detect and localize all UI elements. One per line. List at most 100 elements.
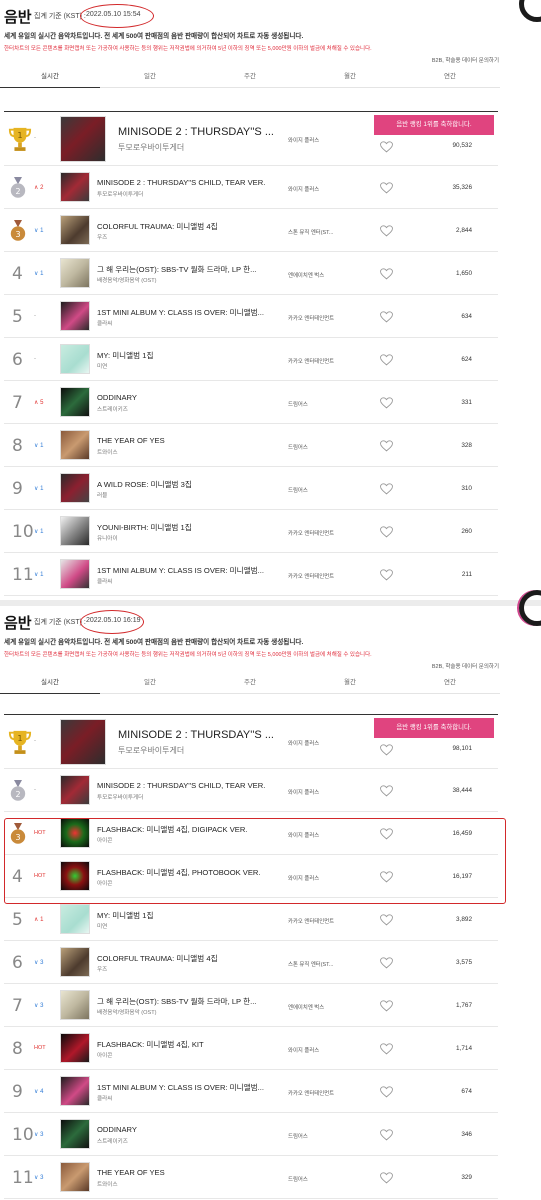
- artist-name[interactable]: 배경음악/영화음악 (OST): [97, 1008, 157, 1016]
- album-title[interactable]: 1ST MINI ALBUM Y: CLASS IS OVER: 미니앨범...: [97, 1082, 264, 1093]
- artist-name[interactable]: 투모로우바이투게더: [97, 793, 143, 801]
- album-title[interactable]: THE YEAR OF YES: [97, 1168, 165, 1177]
- heart-icon[interactable]: [380, 482, 393, 495]
- tab-realtime[interactable]: 실시간: [0, 66, 100, 88]
- heart-icon[interactable]: [380, 267, 393, 280]
- heart-icon[interactable]: [380, 396, 393, 409]
- album-cover[interactable]: [60, 1119, 90, 1149]
- album-title[interactable]: MY: 미니앨범 1집: [97, 910, 153, 921]
- heart-icon[interactable]: [380, 568, 393, 581]
- table-row[interactable]: 2 - MINISODE 2 : THURSDAY''S CHILD, TEAR V…: [4, 769, 498, 812]
- artist-name[interactable]: 투모로우바이투게더: [118, 745, 184, 756]
- tab-yearly[interactable]: 연간: [400, 66, 500, 88]
- album-cover[interactable]: [60, 516, 90, 546]
- album-cover[interactable]: [60, 1033, 90, 1063]
- heart-icon[interactable]: [380, 353, 393, 366]
- artist-name[interactable]: 유니아이: [97, 534, 118, 542]
- album-cover[interactable]: [60, 387, 90, 417]
- album-cover[interactable]: [60, 1162, 90, 1192]
- tab-daily[interactable]: 일간: [100, 672, 200, 694]
- album-title[interactable]: FLASHBACK: 미니앨범 4집, KIT: [97, 1039, 204, 1050]
- artist-name[interactable]: 배경음악/영화음악 (OST): [97, 276, 157, 284]
- album-cover[interactable]: [60, 116, 106, 162]
- album-title[interactable]: COLORFUL TRAUMA: 미니앨범 4집: [97, 953, 218, 964]
- tab-monthly[interactable]: 월간: [300, 672, 400, 694]
- b2b-link[interactable]: B2B, 학술용 데이터 문의하기: [432, 56, 499, 64]
- table-row[interactable]: 9 ∨ 4 1ST MINI ALBUM Y: CLASS IS OVER: 미니앨…: [4, 1070, 498, 1113]
- album-cover[interactable]: [60, 719, 106, 765]
- album-cover[interactable]: [60, 1076, 90, 1106]
- artist-name[interactable]: 우즈: [97, 233, 107, 241]
- album-cover[interactable]: [60, 215, 90, 245]
- table-row[interactable]: 11 ∨ 1 1ST MINI ALBUM Y: CLASS IS OVER: 미니…: [4, 553, 498, 596]
- heart-icon[interactable]: [380, 1128, 393, 1141]
- album-title[interactable]: MINISODE 2 : THURSDAY''S ...: [118, 729, 274, 741]
- tab-weekly[interactable]: 주간: [200, 672, 300, 694]
- heart-icon[interactable]: [380, 956, 393, 969]
- album-title[interactable]: 그 해 우리는(OST): SBS-TV 월화 드라마, LP 한...: [97, 996, 256, 1007]
- artist-name[interactable]: 트와이스: [97, 448, 118, 456]
- artist-name[interactable]: 미연: [97, 922, 107, 930]
- album-title[interactable]: MINISODE 2 : THURSDAY''S CHILD, TEAR VER…: [97, 178, 265, 187]
- table-row[interactable]: 1 - MINISODE 2 : THURSDAY''S ... 투모로우바이투게더 와…: [4, 715, 498, 769]
- album-cover[interactable]: [60, 258, 90, 288]
- album-cover[interactable]: [60, 301, 90, 331]
- heart-icon[interactable]: [380, 439, 393, 452]
- table-row[interactable]: 7 ∧ 5 ODDINARY 스트레이키즈 드림어스 331: [4, 381, 498, 424]
- album-cover[interactable]: [60, 559, 90, 589]
- album-title[interactable]: MINISODE 2 : THURSDAY''S ...: [118, 126, 274, 138]
- heart-icon[interactable]: [380, 999, 393, 1012]
- heart-icon[interactable]: [380, 224, 393, 237]
- album-cover[interactable]: [60, 473, 90, 503]
- album-title[interactable]: ODDINARY: [97, 393, 137, 402]
- album-title[interactable]: THE YEAR OF YES: [97, 436, 165, 445]
- tab-monthly[interactable]: 월간: [300, 66, 400, 88]
- heart-icon[interactable]: [380, 1171, 393, 1184]
- artist-name[interactable]: 클라씨: [97, 1094, 112, 1102]
- artist-name[interactable]: 미연: [97, 362, 107, 370]
- artist-name[interactable]: 클라씨: [97, 577, 112, 585]
- heart-icon[interactable]: [380, 1042, 393, 1055]
- album-cover[interactable]: [60, 775, 90, 805]
- artist-name[interactable]: 클라씨: [97, 319, 112, 327]
- album-title[interactable]: YOUNI-BIRTH: 미니앨범 1집: [97, 522, 192, 533]
- table-row[interactable]: 5 ∧ 1 MY: 미니앨범 1집 미연 카카오 엔터테인먼트 3,892: [4, 898, 498, 941]
- album-cover[interactable]: [60, 430, 90, 460]
- table-row[interactable]: 7 ∨ 3 그 해 우리는(OST): SBS-TV 월화 드라마, LP 한...…: [4, 984, 498, 1027]
- table-row[interactable]: 10 ∨ 1 YOUNI-BIRTH: 미니앨범 1집 유니아이 카카오 엔터테인먼트 2…: [4, 510, 498, 553]
- table-row[interactable]: 8 ∨ 1 THE YEAR OF YES 트와이스 드림어스 328: [4, 424, 498, 467]
- album-cover[interactable]: [60, 172, 90, 202]
- artist-name[interactable]: 스트레이키즈: [97, 405, 128, 413]
- album-title[interactable]: COLORFUL TRAUMA: 미니앨범 4집: [97, 221, 218, 232]
- table-row[interactable]: 3 ∨ 1 COLORFUL TRAUMA: 미니앨범 4집 우즈 스톤 뮤직 엔터(S…: [4, 209, 498, 252]
- heart-icon[interactable]: [380, 913, 393, 926]
- artist-name[interactable]: 투모로우바이투게더: [97, 190, 143, 198]
- table-row[interactable]: 11 ∨ 3 THE YEAR OF YES 트와이스 드림어스 329: [4, 1156, 498, 1199]
- album-title[interactable]: ODDINARY: [97, 1125, 137, 1134]
- artist-name[interactable]: 러블: [97, 491, 107, 499]
- table-row[interactable]: 2 ∧ 2 MINISODE 2 : THURSDAY''S CHILD, TEAR…: [4, 166, 498, 209]
- album-cover[interactable]: [60, 344, 90, 374]
- album-cover[interactable]: [60, 947, 90, 977]
- table-row[interactable]: 8 HOT FLASHBACK: 미니앨범 4집, KIT 아이콘 와이지 플러스 1,7…: [4, 1027, 498, 1070]
- album-title[interactable]: 1ST MINI ALBUM Y: CLASS IS OVER: 미니앨범...: [97, 307, 264, 318]
- tab-weekly[interactable]: 주간: [200, 66, 300, 88]
- b2b-link[interactable]: B2B, 학술용 데이터 문의하기: [432, 662, 499, 670]
- table-row[interactable]: 5 - 1ST MINI ALBUM Y: CLASS IS OVER: 미니앨범.…: [4, 295, 498, 338]
- table-row[interactable]: 6 ∨ 3 COLORFUL TRAUMA: 미니앨범 4집 우즈 스톤 뮤직 엔터(S…: [4, 941, 498, 984]
- heart-icon[interactable]: [380, 744, 393, 756]
- artist-name[interactable]: 아이콘: [97, 1051, 112, 1059]
- album-title[interactable]: 1ST MINI ALBUM Y: CLASS IS OVER: 미니앨범...: [97, 565, 264, 576]
- heart-icon[interactable]: [380, 784, 393, 797]
- album-cover[interactable]: [60, 904, 90, 934]
- tab-realtime[interactable]: 실시간: [0, 672, 100, 694]
- tab-yearly[interactable]: 연간: [400, 672, 500, 694]
- album-title[interactable]: A WILD ROSE: 미니앨범 3집: [97, 479, 192, 490]
- table-row[interactable]: 9 ∨ 1 A WILD ROSE: 미니앨범 3집 러블 드림어스 310: [4, 467, 498, 510]
- album-title[interactable]: MINISODE 2 : THURSDAY''S CHILD, TEAR VER…: [97, 781, 265, 790]
- heart-icon[interactable]: [380, 1085, 393, 1098]
- artist-name[interactable]: 투모로우바이투게더: [118, 142, 184, 153]
- table-row[interactable]: 6 - MY: 미니앨범 1집 미연 카카오 엔터테인먼트 624: [4, 338, 498, 381]
- table-row[interactable]: 4 ∨ 1 그 해 우리는(OST): SBS-TV 월화 드라마, LP 한...…: [4, 252, 498, 295]
- heart-icon[interactable]: [380, 310, 393, 323]
